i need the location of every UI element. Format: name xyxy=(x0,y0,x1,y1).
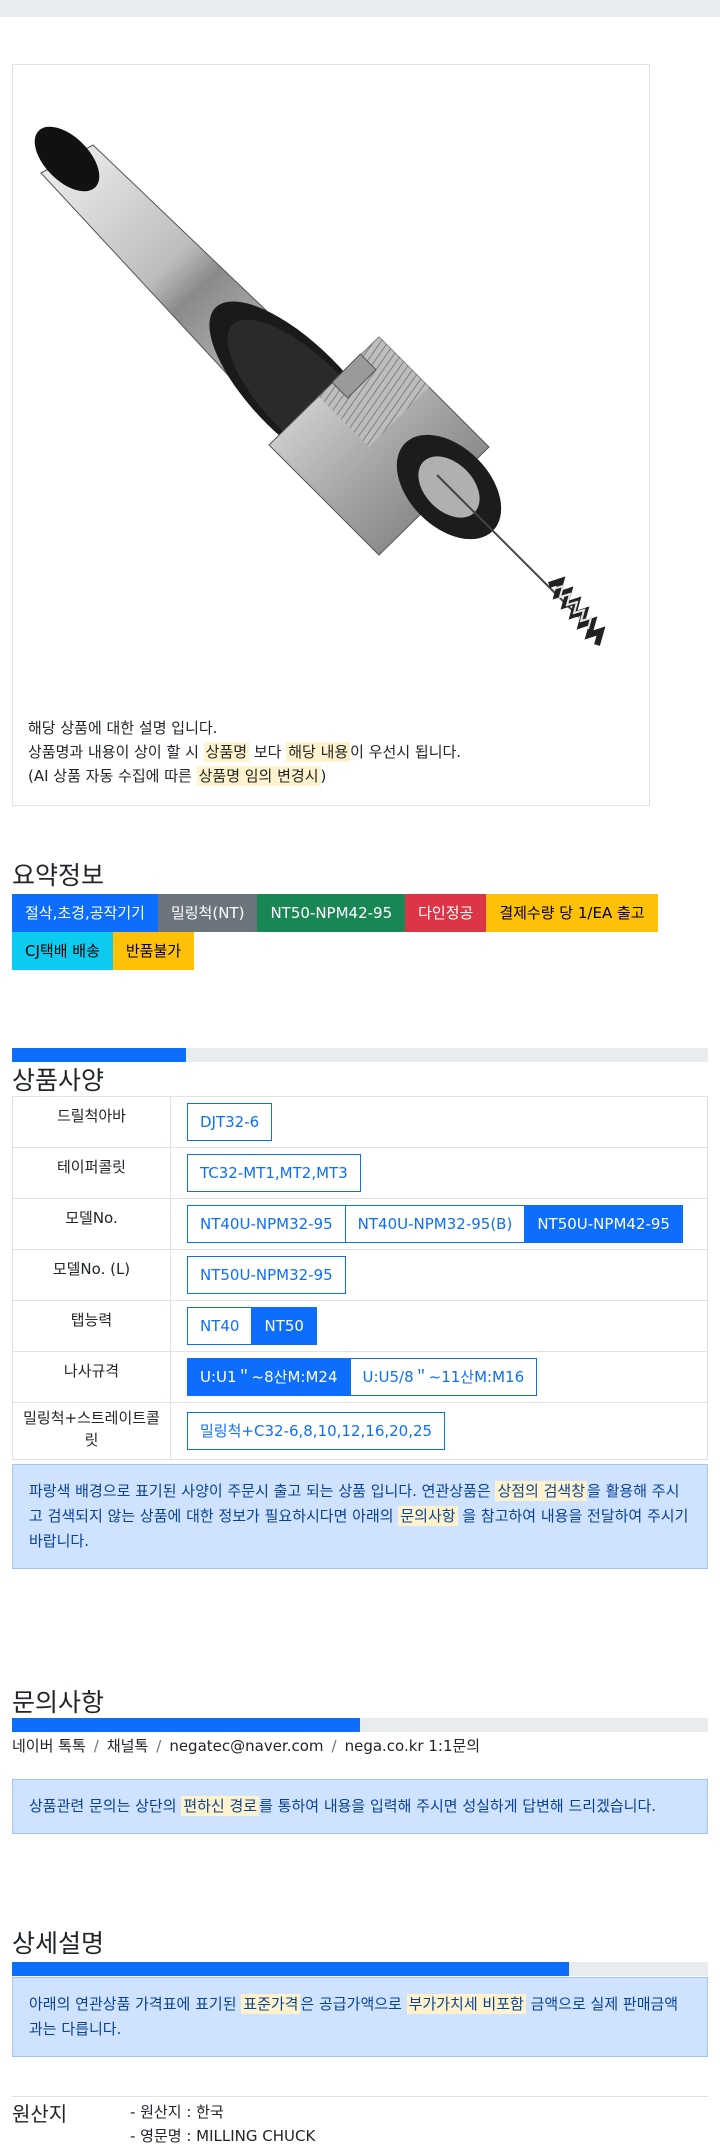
separator: / xyxy=(156,1737,162,1755)
option-djt32-6[interactable]: DJT32-6 xyxy=(187,1103,273,1141)
badge-maker: 다인정공 xyxy=(405,894,487,932)
badge-model: NT50-NPM42-95 xyxy=(257,894,406,932)
product-image-card xyxy=(12,64,650,806)
badge-category: 절삭,초경,공작기기 xyxy=(12,894,158,932)
spec-row: 드릴척아바 DJT32-6 xyxy=(12,1096,708,1148)
detail-notice: 아래의 연관상품 가격표에 표기된 표준가격 은 공급가액으로 부가가치세 비포함… xyxy=(12,1977,708,2057)
spec-label: 탭능력 xyxy=(12,1300,171,1352)
summary-title: 요약정보 xyxy=(12,861,105,890)
product-description: 해당 상품에 대한 설명 입니다. 상품명과 내용이 상이 할 시 상품명 보다… xyxy=(28,716,461,788)
separator: / xyxy=(331,1737,337,1755)
desc-text: 보다 xyxy=(249,743,287,761)
option-u1-m24[interactable]: U:U1＂~8산M:M24 xyxy=(187,1358,351,1396)
spec-options: NT40 NT50 xyxy=(170,1300,708,1352)
badge-quantity: 결제수량 당 1/EA 출고 xyxy=(486,894,658,932)
summary-badges: 절삭,초경,공작기기 밀링척(NT) NT50-NPM42-95 다인정공 결제… xyxy=(12,894,712,970)
spec-options: 밀링척+C32-6,8,10,12,16,20,25 xyxy=(170,1402,708,1460)
spec-options: NT40U-NPM32-95 NT40U-NPM32-95(B) NT50U-N… xyxy=(170,1198,708,1250)
highlight-content: 해당 내용 xyxy=(286,742,351,762)
spec-options: U:U1＂~8산M:M24 U:U5/8＂~11산M:M16 xyxy=(170,1351,708,1403)
option-nt50[interactable]: NT50 xyxy=(251,1307,317,1345)
origin-country: - 원산지 : 한국 xyxy=(130,2103,224,2121)
notice-text: 파랑색 배경으로 표기된 사양이 주문시 출고 되는 상품 입니다. 연관상품은 xyxy=(29,1482,496,1500)
notice-text: 를 통하여 내용을 입력해 주시면 성실하게 답변해 드리겠습니다. xyxy=(259,1797,657,1815)
separator: / xyxy=(93,1737,99,1755)
spec-title: 상품사양 xyxy=(12,1066,105,1095)
spec-label: 나사규격 xyxy=(12,1351,171,1403)
inquiry-links: 네이버 톡톡 / 채널톡 / negatec@naver.com / nega.co.kr … xyxy=(12,1735,480,1756)
spec-options: TC32-MT1,MT2,MT3 xyxy=(170,1147,708,1199)
badge-shipping: CJ택배 배송 xyxy=(12,932,113,970)
link-channel-talk[interactable]: 채널톡 xyxy=(107,1737,148,1755)
spec-row: 탭능력 NT40 NT50 xyxy=(12,1300,708,1352)
spec-row: 테이퍼콜릿 TC32-MT1,MT2,MT3 xyxy=(12,1147,708,1199)
notice-text: 상품관련 문의는 상단의 xyxy=(29,1797,182,1815)
detail-progress-fill xyxy=(12,1962,569,1976)
inquiry-progress-fill xyxy=(12,1718,360,1732)
option-nt50u-npm32-95[interactable]: NT50U-NPM32-95 xyxy=(187,1256,346,1294)
highlight-product-name: 상품명 xyxy=(203,742,250,762)
highlight-route: 편하신 경로 xyxy=(181,1796,260,1816)
spec-options: NT50U-NPM32-95 xyxy=(170,1249,708,1301)
desc-text: 상품명과 내용이 상이 할 시 xyxy=(28,743,204,761)
desc-text: (AI 상품 자동 수집에 따른 xyxy=(28,767,197,785)
spec-label: 밀링척+스트레이트콜릿 xyxy=(12,1402,171,1460)
spec-row: 모델No. NT40U-NPM32-95 NT40U-NPM32-95(B) N… xyxy=(12,1198,708,1250)
inquiry-progress-bar xyxy=(12,1718,708,1732)
spec-row: 밀링척+스트레이트콜릿 밀링척+C32-6,8,10,12,16,20,25 xyxy=(12,1402,708,1460)
highlight-standard-price: 표준가격 xyxy=(241,1994,301,2014)
product-image xyxy=(34,126,606,646)
spec-notice: 파랑색 배경으로 표기된 사양이 주문시 출고 되는 상품 입니다. 연관상품은… xyxy=(12,1464,708,1569)
spec-progress-fill xyxy=(12,1048,186,1062)
option-tc32[interactable]: TC32-MT1,MT2,MT3 xyxy=(187,1154,361,1192)
badge-no-return: 반품불가 xyxy=(112,932,195,970)
origin-divider xyxy=(12,2096,708,2097)
origin-title: 원산지 xyxy=(12,2102,68,2126)
desc-text: 이 우선시 됩니다. xyxy=(350,743,462,761)
highlight-search: 상점의 검색창 xyxy=(495,1481,588,1501)
option-nt50u-npm42-95[interactable]: NT50U-NPM42-95 xyxy=(524,1205,683,1243)
option-nt40u-npm32-95[interactable]: NT40U-NPM32-95 xyxy=(187,1205,346,1243)
spec-options: DJT32-6 xyxy=(170,1096,708,1148)
spec-label: 테이퍼콜릿 xyxy=(12,1147,171,1199)
notice-text: 은 공급가액으로 xyxy=(300,1995,407,2013)
spec-label: 모델No. (L) xyxy=(12,1249,171,1301)
description-line-2: 상품명과 내용이 상이 할 시 상품명 보다 해당 내용 이 우선시 됩니다. xyxy=(28,740,461,764)
option-nt40[interactable]: NT40 xyxy=(187,1307,253,1345)
option-milling-collet[interactable]: 밀링척+C32-6,8,10,12,16,20,25 xyxy=(187,1412,446,1450)
origin-list: - 원산지 : 한국 - 영문명 : MILLING CHUCK xyxy=(130,2100,315,2148)
spec-label: 모델No. xyxy=(12,1198,171,1250)
option-u58-m16[interactable]: U:U5/8＂~11산M:M16 xyxy=(349,1358,538,1396)
spec-table: 드릴척아바 DJT32-6 테이퍼콜릿 TC32-MT1,MT2,MT3 모델N… xyxy=(12,1096,708,1460)
spec-row: 나사규격 U:U1＂~8산M:M24 U:U5/8＂~11산M:M16 xyxy=(12,1351,708,1403)
badge-type: 밀링척(NT) xyxy=(157,894,258,932)
option-nt40u-npm32-95b[interactable]: NT40U-NPM32-95(B) xyxy=(344,1205,526,1243)
desc-text: ) xyxy=(320,767,327,785)
detail-title: 상세설명 xyxy=(12,1929,105,1958)
spec-row: 모델No. (L) NT50U-NPM32-95 xyxy=(12,1249,708,1301)
notice-text: 아래의 연관상품 가격표에 표기된 xyxy=(29,1995,242,2013)
link-email[interactable]: negatec@naver.com xyxy=(169,1737,323,1755)
highlight-vat: 부가가치세 비포함 xyxy=(406,1994,526,2014)
spec-progress-bar xyxy=(12,1048,708,1062)
top-bar xyxy=(0,0,720,17)
link-site-inquiry[interactable]: nega.co.kr 1:1문의 xyxy=(345,1737,481,1755)
highlight-inquiry: 문의사항 xyxy=(398,1506,458,1526)
description-line-3: (AI 상품 자동 수집에 따른 상품명 임의 변경시) xyxy=(28,764,461,788)
inquiry-notice: 상품관련 문의는 상단의 편하신 경로 를 통하여 내용을 입력해 주시면 성실하… xyxy=(12,1779,708,1834)
link-naver-talk[interactable]: 네이버 톡톡 xyxy=(12,1737,86,1755)
highlight-rename: 상품명 임의 변경시 xyxy=(196,766,321,786)
detail-progress-bar xyxy=(12,1962,708,1976)
description-line-1: 해당 상품에 대한 설명 입니다. xyxy=(28,719,218,737)
spec-label: 드릴척아바 xyxy=(12,1096,171,1148)
inquiry-title: 문의사항 xyxy=(12,1688,105,1717)
origin-english-name: - 영문명 : MILLING CHUCK xyxy=(130,2127,316,2145)
